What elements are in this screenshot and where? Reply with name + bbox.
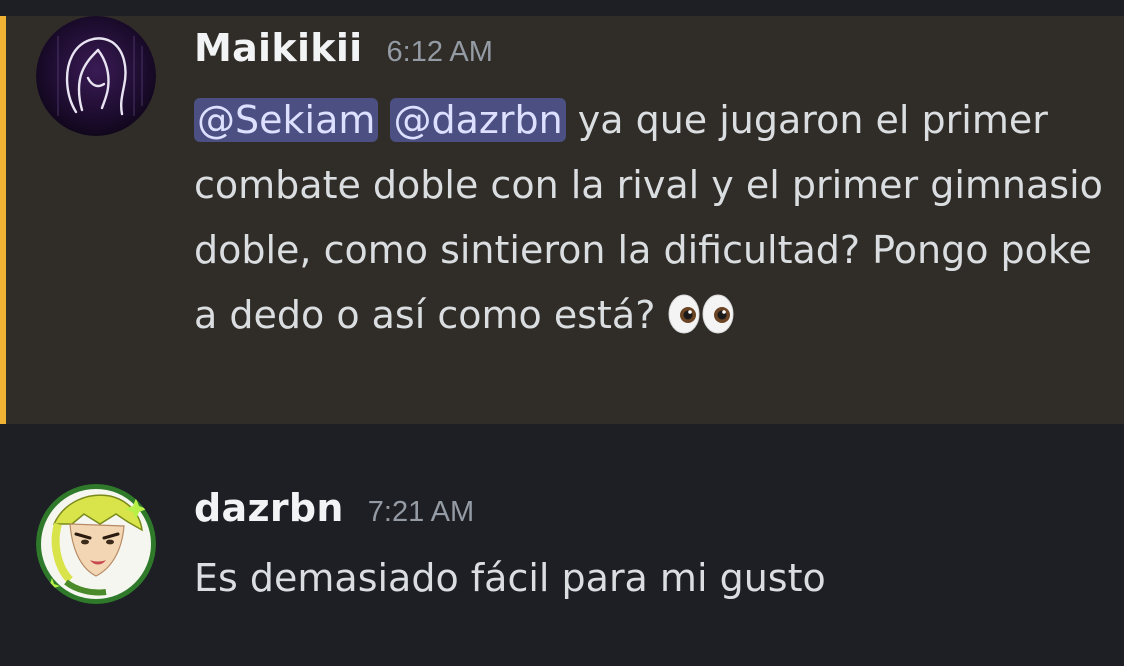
mention-highlight-bar xyxy=(0,16,6,424)
message-header: dazrbn 7:21 AM xyxy=(194,486,474,530)
mention-sekiam[interactable]: @Sekiam xyxy=(194,98,379,142)
message-content: @Sekiam @dazrbn ya que jugaron el primer… xyxy=(194,88,1104,348)
message-header: Maikikii 6:12 AM xyxy=(194,26,493,70)
eyes-emoji-icon xyxy=(667,289,735,334)
username[interactable]: dazrbn xyxy=(194,486,344,530)
username[interactable]: Maikikii xyxy=(194,26,363,70)
chat-log: Maikikii 6:12 AM @Sekiam @dazrbn ya que … xyxy=(0,0,1124,666)
mention-dazrbn[interactable]: @dazrbn xyxy=(390,98,566,142)
previous-message-edge xyxy=(0,0,1124,16)
avatar-maikikii[interactable] xyxy=(36,16,156,136)
timestamp: 6:12 AM xyxy=(386,36,493,68)
message-dazrbn[interactable]: dazrbn 7:21 AM Es demasiado fácil para m… xyxy=(0,424,1124,666)
timestamp: 7:21 AM xyxy=(367,496,475,528)
avatar-dazrbn[interactable] xyxy=(36,484,156,604)
message-maikikii[interactable]: Maikikii 6:12 AM @Sekiam @dazrbn ya que … xyxy=(0,16,1124,424)
message-content: Es demasiado fácil para mi gusto xyxy=(194,546,1104,611)
message-text: Es demasiado fácil para mi gusto xyxy=(194,556,826,600)
